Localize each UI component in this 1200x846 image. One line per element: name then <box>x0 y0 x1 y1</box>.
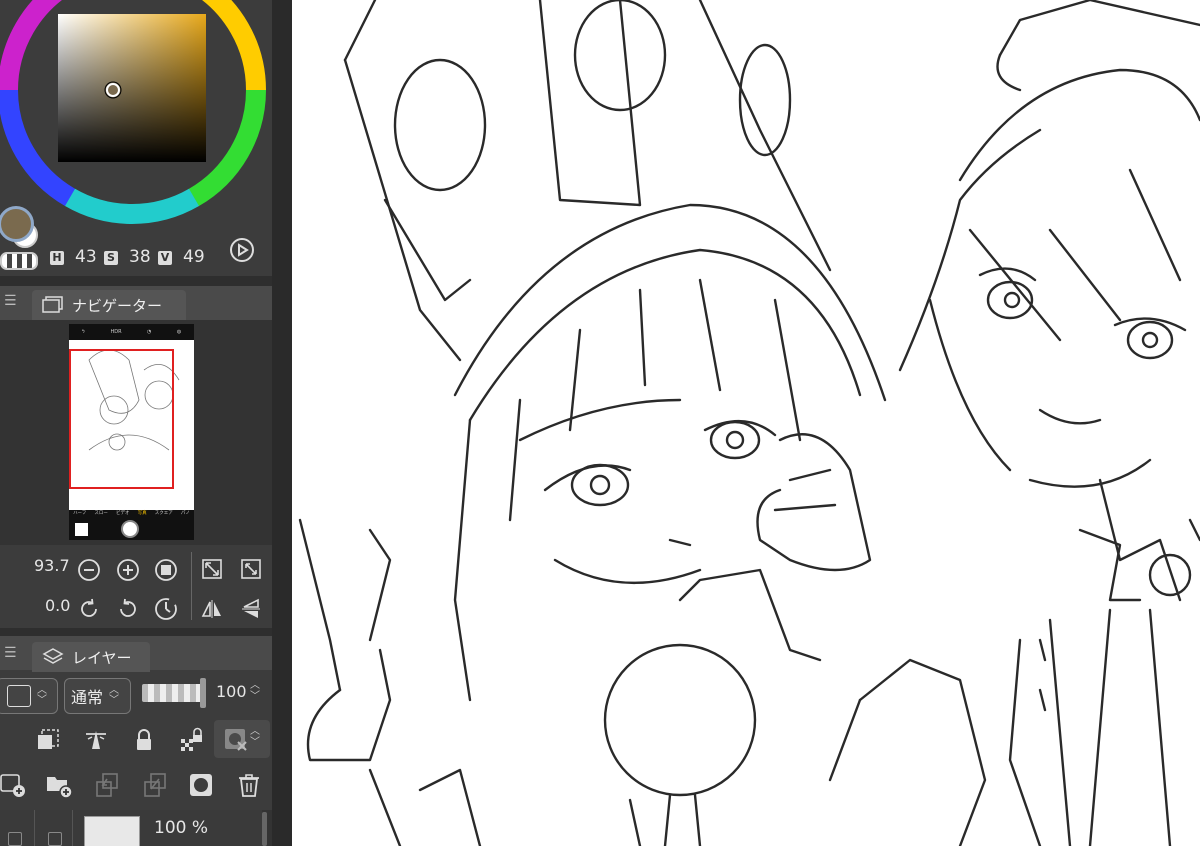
thumb-top-bar: ϟ HDR ◔ ◍ <box>69 324 194 340</box>
value-label: V <box>158 251 172 265</box>
layer-icon <box>42 648 64 664</box>
thumb-mode-label: ビデオ <box>116 511 130 516</box>
lock-icon[interactable] <box>130 726 158 754</box>
blend-mode-value: 通常 <box>71 688 104 707</box>
layer-opacity-value: 100 % <box>154 818 209 838</box>
layer-type-select[interactable]: ︿ ﹀ <box>0 678 58 714</box>
drag-handle-icon[interactable]: ☰ <box>4 294 17 308</box>
thumb-mode-label: パノ <box>180 511 190 516</box>
tab-navigator[interactable]: ナビゲーター <box>32 290 186 320</box>
layer-visibility-checkbox[interactable] <box>8 832 22 846</box>
tab-navigator-label: ナビゲーター <box>72 296 163 315</box>
panel-canvas-divider[interactable] <box>272 0 292 846</box>
opacity-stepper-icon[interactable]: ︿ ﹀ <box>250 680 260 702</box>
thumb-timer-icon: ◔ <box>147 329 152 335</box>
value-value[interactable]: 49 <box>183 247 205 267</box>
thumb-mode-label: スクエア <box>154 511 173 516</box>
trash-icon[interactable] <box>234 770 264 800</box>
play-icon[interactable] <box>228 236 256 264</box>
zoom-value[interactable]: 93.7 <box>34 556 70 575</box>
mask-chevron-icon: ︿ ﹀ <box>250 726 260 748</box>
color-wheel[interactable] <box>0 0 272 240</box>
thumb-mode-bar: ハーフ スロー ビデオ 写真 スクエア パノ <box>69 510 194 518</box>
chevron-updown-icon: ︿ ﹀ <box>37 685 47 706</box>
sketch-artwork <box>298 0 1200 846</box>
transfer-down-icon[interactable] <box>92 770 122 800</box>
zoom-out-icon[interactable] <box>76 557 102 583</box>
row-divider <box>34 810 35 846</box>
rotate-right-icon[interactable] <box>115 596 141 622</box>
mask-off-icon <box>225 729 247 751</box>
new-folder-icon[interactable] <box>44 770 74 800</box>
thumb-mode-label: スロー <box>94 511 108 516</box>
thumb-shutter-icon <box>121 520 139 538</box>
thumb-flash-icon: ϟ <box>81 329 86 335</box>
thumb-square-icon <box>75 523 88 536</box>
merge-down-icon[interactable] <box>140 770 170 800</box>
left-panel: H 43 S 38 V 49 ☰ ナビゲーター ϟ HDR ◔ ◍ ハーフ スロ… <box>0 0 272 846</box>
opacity-slider-handle[interactable] <box>200 678 206 708</box>
saturation-label: S <box>104 251 118 265</box>
nav-separator <box>191 552 192 620</box>
thumb-hdr-label: HDR <box>110 329 122 335</box>
transparent-color-icon[interactable] <box>0 252 38 270</box>
layer-thumbnail <box>84 816 140 846</box>
panel-separator <box>0 276 272 286</box>
opacity-slider[interactable] <box>142 684 206 702</box>
rectangle-icon <box>7 685 31 707</box>
layer-lock-checkbox[interactable] <box>48 832 62 846</box>
saturation-value[interactable]: 38 <box>129 247 151 267</box>
tab-layer[interactable]: レイヤー <box>32 642 150 672</box>
layer-mask-icon[interactable] <box>186 770 216 800</box>
blend-mode-select[interactable]: 通常 ︿ ﹀ <box>64 678 131 714</box>
navigator-icon <box>42 296 63 313</box>
zoom-in-icon[interactable] <box>115 557 141 583</box>
table-row[interactable]: 100 % <box>0 810 262 846</box>
actual-size-icon[interactable] <box>238 556 264 582</box>
lock-transparency-icon[interactable] <box>178 726 206 754</box>
reset-rotation-icon[interactable] <box>153 596 179 622</box>
opacity-value[interactable]: 100 <box>216 682 247 701</box>
zoom-reset-icon[interactable] <box>153 557 179 583</box>
rotate-left-icon[interactable] <box>76 596 102 622</box>
thumb-settings-icon: ◍ <box>176 329 182 335</box>
thumb-preview <box>69 340 194 510</box>
drawing-canvas[interactable] <box>292 0 1200 846</box>
color-wheel-section: H 43 S 38 V 49 <box>0 0 272 275</box>
drag-handle-icon[interactable]: ☰ <box>4 646 17 660</box>
tab-layer-label: レイヤー <box>72 648 132 667</box>
hue-value[interactable]: 43 <box>75 247 97 267</box>
flip-vertical-icon[interactable] <box>238 596 264 622</box>
layer-list-scrollbar[interactable] <box>262 812 267 846</box>
rotation-value[interactable]: 0.0 <box>45 596 70 615</box>
reference-layer-icon[interactable] <box>82 726 110 754</box>
chevron-updown-icon: ︿ ﹀ <box>109 685 120 706</box>
clip-layer-icon[interactable] <box>34 726 62 754</box>
new-raster-layer-icon[interactable] <box>0 770 28 800</box>
flip-horizontal-icon[interactable] <box>199 596 225 622</box>
navigator-header: ☰ ナビゲーター <box>0 286 272 320</box>
row-divider <box>72 810 73 846</box>
thumb-mode-label: ハーフ <box>73 511 87 516</box>
thumb-mode-label: 写真 <box>137 511 147 516</box>
mask-toggle[interactable]: ︿ ﹀ <box>214 720 270 758</box>
panel-separator <box>0 628 272 636</box>
fit-screen-icon[interactable] <box>199 556 225 582</box>
hue-label: H <box>50 251 64 265</box>
navigator-thumbnail[interactable]: ϟ HDR ◔ ◍ ハーフ スロー ビデオ 写真 スクエア パノ <box>69 324 194 540</box>
layer-header: ☰ レイヤー <box>0 636 272 672</box>
